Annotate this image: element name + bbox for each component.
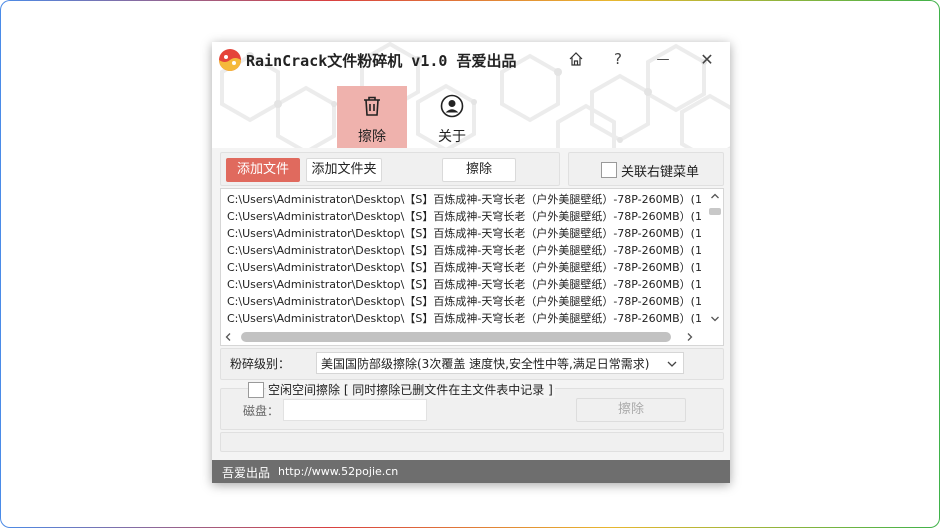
file-toolbar: 添加文件 添加文件夹 擦除 [220,152,560,186]
free-space-erase-button[interactable]: 擦除 [576,398,686,422]
user-icon [440,94,464,118]
vertical-scroll-thumb[interactable] [709,208,721,215]
footer-link[interactable]: http://www.52pojie.cn [278,465,398,478]
scroll-left-icon[interactable] [225,333,231,341]
progress-bar [220,432,724,452]
tab-erase-label: 擦除 [358,129,386,145]
tab-about[interactable]: 关于 [417,86,487,148]
help-button[interactable]: ? [603,46,633,72]
list-item[interactable]: C:\Users\Administrator\Desktop\【S】百炼成神-天… [227,242,701,259]
tab-erase[interactable]: 擦除 [337,86,407,148]
list-item[interactable]: C:\Users\Administrator\Desktop\【S】百炼成神-天… [227,208,701,225]
trash-icon [364,96,380,116]
context-menu-checkbox[interactable] [601,162,617,178]
list-item[interactable]: C:\Users\Administrator\Desktop\【S】百炼成神-天… [227,225,701,242]
context-menu-label: 关联右键菜单 [621,165,700,180]
add-file-button[interactable]: 添加文件 [226,158,300,182]
disk-field[interactable] [283,399,427,421]
shred-level-value: 美国国防部级擦除(3次覆盖 速度快,安全性中等,满足日常需求) [321,357,650,371]
list-item[interactable]: C:\Users\Administrator\Desktop\【S】百炼成神-天… [227,293,701,310]
free-space-label: 空闲空间擦除 [ 同时擦除已删文件在主文件表中记录 ] [266,381,555,398]
horizontal-scroll-thumb[interactable] [241,332,671,342]
list-item[interactable]: C:\Users\Administrator\Desktop\【S】百炼成神-天… [227,191,701,208]
tab-about-label: 关于 [438,129,466,145]
window-header: RainCrack文件粉碎机 v1.0 吾爱出品 ? — ✕ 擦除 关于 [212,42,730,148]
footer-brand: 吾爱出品 [222,466,271,480]
status-footer: 吾爱出品 http://www.52pojie.cn [212,460,730,483]
app-window: RainCrack文件粉碎机 v1.0 吾爱出品 ? — ✕ 擦除 关于 添加文… [212,42,730,483]
scroll-up-icon[interactable] [711,193,719,199]
erase-files-button[interactable]: 擦除 [442,158,516,182]
disk-label: 磁盘： [243,404,280,418]
scroll-right-icon[interactable] [687,333,693,341]
window-title: RainCrack文件粉碎机 v1.0 吾爱出品 [246,52,517,70]
context-menu-panel: 关联右键菜单 [568,152,724,186]
list-item[interactable]: C:\Users\Administrator\Desktop\【S】百炼成神-天… [227,259,701,276]
add-folder-button[interactable]: 添加文件夹 [306,158,382,182]
horizontal-scrollbar[interactable] [221,329,705,345]
close-button[interactable]: ✕ [692,46,722,72]
vertical-scrollbar[interactable] [707,189,723,327]
home-icon [569,52,583,66]
scroll-down-icon[interactable] [711,316,719,322]
minimize-button[interactable]: — [648,46,678,72]
app-logo-icon [219,49,241,71]
home-button[interactable] [561,46,591,72]
list-item[interactable]: C:\Users\Administrator\Desktop\【S】百炼成神-天… [227,310,701,327]
list-item[interactable]: C:\Users\Administrator\Desktop\【S】百炼成神-天… [227,276,701,293]
shred-level-label: 粉碎级别： [230,357,291,371]
chevron-down-icon [667,361,677,367]
free-space-checkbox[interactable] [248,382,264,398]
file-list[interactable]: C:\Users\Administrator\Desktop\【S】百炼成神-天… [220,188,724,346]
shred-level-select[interactable]: 美国国防部级擦除(3次覆盖 速度快,安全性中等,满足日常需求) [316,352,684,374]
